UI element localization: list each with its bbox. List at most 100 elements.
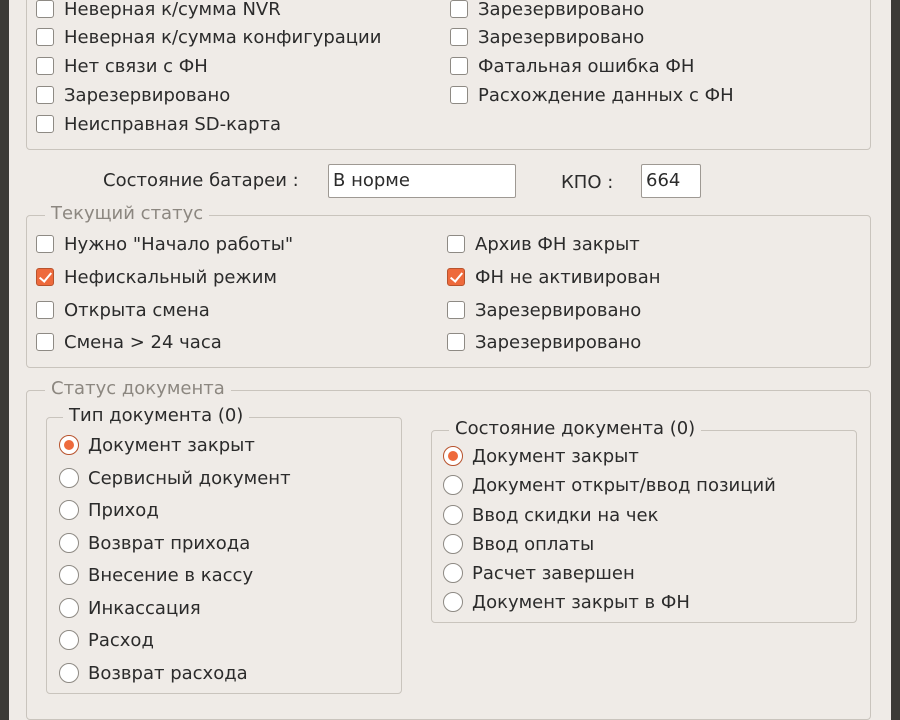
- checkbox-label: Смена > 24 часа: [64, 331, 222, 353]
- radio[interactable]: [443, 563, 463, 583]
- checkbox-label: Нужно "Начало работы": [64, 233, 294, 255]
- group-title: Состояние документа (0): [449, 418, 702, 439]
- radio-row-encashment[interactable]: Инкассация: [59, 595, 201, 621]
- radio-label: Документ закрыт в ФН: [472, 591, 690, 613]
- radio[interactable]: [59, 663, 79, 683]
- radio-row-income[interactable]: Приход: [59, 497, 159, 523]
- checkbox-row-fatal-fn[interactable]: Фатальная ошибка ФН: [450, 53, 694, 79]
- checkbox[interactable]: [36, 235, 54, 253]
- radio[interactable]: [59, 565, 79, 585]
- checkbox-row-fn-not-activated[interactable]: ФН не активирован: [447, 264, 661, 290]
- checkbox[interactable]: [450, 0, 468, 18]
- checkbox-label: Зарезервировано: [64, 84, 231, 106]
- radio-label: Сервисный документ: [88, 467, 291, 489]
- radio-label: Ввод оплаты: [472, 533, 595, 555]
- checkbox[interactable]: [36, 57, 54, 75]
- checkbox-row-nvr-checksum[interactable]: Неверная к/сумма NVR: [36, 0, 281, 22]
- radio-label: Документ открыт/ввод позиций: [472, 474, 776, 496]
- checkbox[interactable]: [447, 301, 465, 319]
- radio[interactable]: [59, 630, 79, 650]
- radio[interactable]: [59, 500, 79, 520]
- radio-row-state-done[interactable]: Расчет завершен: [443, 560, 635, 586]
- checkbox-label: Неверная к/сумма конфигурации: [64, 26, 382, 48]
- checkbox-row-data-mismatch[interactable]: Расхождение данных с ФН: [450, 82, 734, 108]
- radio-label: Ввод скидки на чек: [472, 504, 659, 526]
- battery-label: Состояние батареи :: [103, 170, 299, 191]
- kpo-label: КПО :: [561, 172, 614, 193]
- radio-row-expense-return[interactable]: Возврат расхода: [59, 660, 248, 686]
- group-title: Тип документа (0): [63, 405, 250, 426]
- radio-row-state-open[interactable]: Документ открыт/ввод позиций: [443, 472, 776, 498]
- radio-row-cash-in[interactable]: Внесение в кассу: [59, 562, 253, 588]
- battery-field[interactable]: В норме: [328, 164, 516, 198]
- checkbox-row-need-start[interactable]: Нужно "Начало работы": [36, 231, 293, 257]
- radio[interactable]: [59, 533, 79, 553]
- checkbox-row-reserved[interactable]: Зарезервировано: [450, 24, 644, 50]
- group-title: Статус документа: [45, 378, 231, 399]
- checkbox-label: Зарезервировано: [475, 299, 642, 321]
- radio-label: Приход: [88, 499, 159, 521]
- radio[interactable]: [443, 592, 463, 612]
- group-title: Текущий статус: [45, 203, 210, 224]
- radio-row-state-closed-fn[interactable]: Документ закрыт в ФН: [443, 589, 690, 615]
- checkbox-label: ФН не активирован: [475, 266, 661, 288]
- checkbox[interactable]: [447, 235, 465, 253]
- checkbox[interactable]: [447, 333, 465, 351]
- checkbox-row-bad-sd[interactable]: Неисправная SD-карта: [36, 111, 281, 137]
- radio[interactable]: [443, 475, 463, 495]
- checkbox-label: Неисправная SD-карта: [64, 113, 282, 135]
- checkbox-label: Расхождение данных с ФН: [478, 84, 734, 106]
- checkbox-row-shift-24h[interactable]: Смена > 24 часа: [36, 329, 222, 355]
- radio-label: Документ закрыт: [88, 434, 255, 456]
- radio-label: Возврат прихода: [88, 532, 251, 554]
- checkbox[interactable]: [450, 86, 468, 104]
- checkbox-row-reserved[interactable]: Зарезервировано: [447, 297, 641, 323]
- radio-label: Документ закрыт: [472, 445, 639, 467]
- checkbox-label: Нет связи с ФН: [64, 55, 208, 77]
- checkbox-label: Архив ФН закрыт: [475, 233, 640, 255]
- checkbox-label: Зарезервировано: [475, 331, 642, 353]
- checkbox[interactable]: [36, 301, 54, 319]
- checkbox[interactable]: [36, 86, 54, 104]
- radio-row-expense[interactable]: Расход: [59, 627, 154, 653]
- radio-row-income-return[interactable]: Возврат прихода: [59, 530, 250, 556]
- radio-label: Расход: [88, 629, 154, 651]
- checkbox-row-shift-open[interactable]: Открыта смена: [36, 297, 210, 323]
- checkbox-row-reserved[interactable]: Зарезервировано: [447, 329, 641, 355]
- radio[interactable]: [443, 534, 463, 554]
- checkbox[interactable]: [36, 333, 54, 351]
- radio[interactable]: [59, 598, 79, 618]
- checkbox-row-nonfiscal[interactable]: Нефискальный режим: [36, 264, 277, 290]
- radio-row-state-payment[interactable]: Ввод оплаты: [443, 531, 594, 557]
- radio-row-service-doc[interactable]: Сервисный документ: [59, 465, 291, 491]
- radio-row-state-closed[interactable]: Документ закрыт: [443, 443, 639, 469]
- radio[interactable]: [59, 468, 79, 488]
- kpo-field[interactable]: 664: [641, 164, 701, 198]
- checkbox-label: Зарезервировано: [478, 26, 645, 48]
- radio-label: Расчет завершен: [472, 562, 635, 584]
- checkbox-label: Открыта смена: [64, 299, 210, 321]
- checkbox-row-fn-archive-closed[interactable]: Архив ФН закрыт: [447, 231, 640, 257]
- checkbox[interactable]: [36, 115, 54, 133]
- checkbox-label: Зарезервировано: [478, 0, 645, 20]
- checkbox-row-reserved[interactable]: Зарезервировано: [450, 0, 644, 22]
- checkbox-row-no-fn-link[interactable]: Нет связи с ФН: [36, 53, 208, 79]
- checkbox[interactable]: [447, 268, 465, 286]
- radio-row-state-discount[interactable]: Ввод скидки на чек: [443, 502, 658, 528]
- checkbox[interactable]: [36, 0, 54, 18]
- radio[interactable]: [59, 435, 79, 455]
- radio-row-doc-closed[interactable]: Документ закрыт: [59, 432, 255, 458]
- checkbox[interactable]: [36, 28, 54, 46]
- checkbox[interactable]: [450, 28, 468, 46]
- radio-label: Внесение в кассу: [88, 564, 254, 586]
- radio[interactable]: [443, 446, 463, 466]
- checkbox-label: Фатальная ошибка ФН: [478, 55, 695, 77]
- checkbox-label: Нефискальный режим: [64, 266, 278, 288]
- checkbox[interactable]: [450, 57, 468, 75]
- radio-label: Возврат расхода: [88, 662, 248, 684]
- checkbox-row-config-checksum[interactable]: Неверная к/сумма конфигурации: [36, 24, 381, 50]
- checkbox[interactable]: [36, 268, 54, 286]
- radio[interactable]: [443, 505, 463, 525]
- radio-label: Инкассация: [88, 597, 201, 619]
- checkbox-row-reserved[interactable]: Зарезервировано: [36, 82, 230, 108]
